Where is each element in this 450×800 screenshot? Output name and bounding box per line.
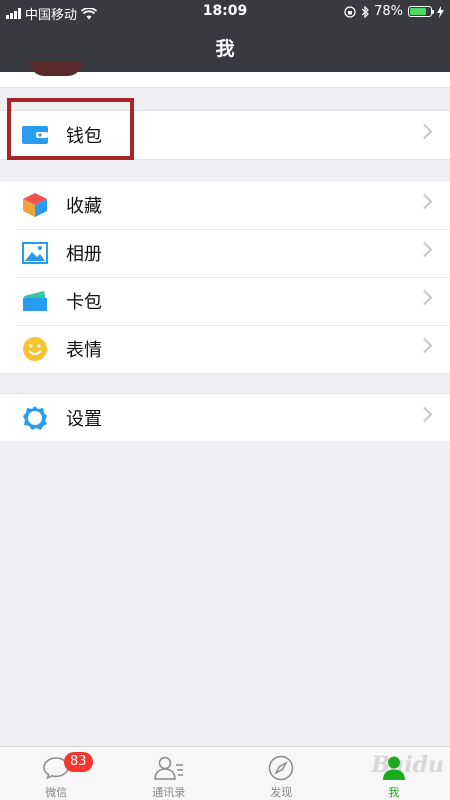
tab-label: 发现 xyxy=(270,786,293,799)
chevron-right-icon xyxy=(416,193,433,210)
contacts-icon xyxy=(153,754,184,782)
bluetooth-icon xyxy=(361,5,369,18)
chevron-right-icon xyxy=(416,289,433,306)
tab-chats[interactable]: 微信 83 xyxy=(0,747,113,800)
settings-group: 设置 xyxy=(0,393,450,443)
menu-item-album[interactable]: 相册 xyxy=(0,229,450,277)
chevron-right-icon xyxy=(416,406,433,423)
menu-item-label: 设置 xyxy=(66,409,102,430)
highlight-box xyxy=(7,98,134,160)
smiley-icon xyxy=(22,336,48,362)
battery-icon xyxy=(408,6,434,17)
menu-item-favorites[interactable]: 收藏 xyxy=(0,181,450,229)
status-bar: 中国移动 18:09 78% xyxy=(0,0,450,24)
tab-label: 微信 xyxy=(45,786,68,799)
profile-card[interactable] xyxy=(0,62,450,88)
card-wallet-icon xyxy=(22,288,48,314)
favorites-cube-icon xyxy=(22,192,48,218)
menu-item-label: 表情 xyxy=(66,340,102,361)
chevron-right-icon xyxy=(416,241,433,258)
avatar[interactable] xyxy=(30,62,82,76)
chevron-right-icon xyxy=(416,337,433,354)
menu-item-label: 相册 xyxy=(66,244,102,265)
photo-album-icon xyxy=(22,240,48,266)
compass-icon xyxy=(266,754,296,782)
menu-item-stickers[interactable]: 表情 xyxy=(0,325,450,373)
menu-item-settings[interactable]: 设置 xyxy=(0,394,450,442)
collections-group: 收藏 相册 卡包 表情 xyxy=(0,180,450,374)
battery-percent: 78% xyxy=(374,4,403,19)
watermark: Baidu xyxy=(371,752,444,778)
charging-icon xyxy=(437,5,444,18)
menu-item-label: 卡包 xyxy=(66,292,102,313)
tab-label: 通讯录 xyxy=(152,786,186,799)
tab-contacts[interactable]: 通讯录 xyxy=(113,747,226,800)
unread-badge: 83 xyxy=(64,752,93,772)
menu-item-label: 收藏 xyxy=(66,196,102,217)
settings-gear-icon xyxy=(22,405,48,431)
tab-label: 我 xyxy=(388,786,400,799)
orientation-lock-icon xyxy=(344,5,356,18)
tab-discover[interactable]: 发现 xyxy=(225,747,338,800)
chevron-right-icon xyxy=(416,123,433,140)
menu-item-cards[interactable]: 卡包 xyxy=(0,277,450,325)
page-title: 我 xyxy=(215,38,235,60)
